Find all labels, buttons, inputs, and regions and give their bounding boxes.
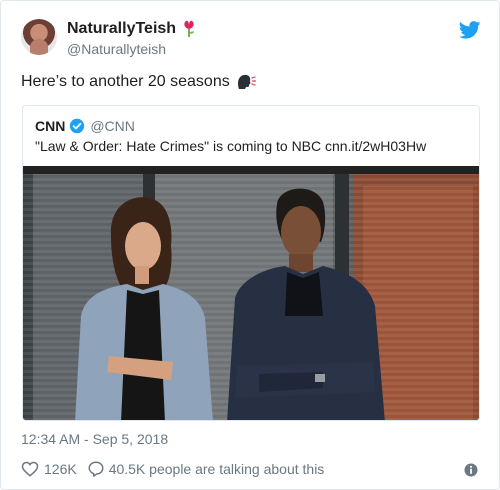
quoted-author-handle[interactable]: @CNN [90,118,135,134]
like-button[interactable]: 126K [21,460,77,478]
comment-icon [87,460,105,478]
verified-badge-icon [69,118,85,134]
heart-icon [21,460,39,478]
tweet-actions: 126K 40.5K people are talking about this [21,459,324,479]
tweet-body: Here’s to another 20 seasons [21,71,256,93]
like-count: 126K [44,461,77,477]
conversation-text: 40.5K people are talking about this [108,461,325,477]
tweet-text: Here’s to another 20 seasons [21,73,230,90]
tweet-timestamp[interactable]: 12:34 AM - Sep 5, 2018 [21,431,168,447]
embedded-tweet-card: NaturallyTeish @Naturallyteish Here’s to… [0,0,500,490]
speaking-head-icon [236,73,256,91]
quoted-tweet-photo[interactable] [23,166,479,420]
tweet-header: NaturallyTeish @Naturallyteish [21,19,481,63]
avatar[interactable] [21,19,57,55]
conversation-link[interactable]: 40.5K people are talking about this [77,460,325,478]
twitter-bird-icon[interactable] [458,21,481,39]
quoted-tweet[interactable]: CNN @CNN "Law & Order: Hate Crimes" is c… [22,105,480,421]
author-handle[interactable]: @Naturallyteish [67,39,196,59]
flower-icon [182,20,196,38]
quoted-tweet-header: CNN @CNN [35,116,135,136]
info-icon[interactable] [464,463,478,477]
author-block[interactable]: NaturallyTeish @Naturallyteish [67,19,196,59]
author-display-name[interactable]: NaturallyTeish [67,19,176,39]
quoted-tweet-text: "Law & Order: Hate Crimes" is coming to … [35,138,427,154]
quoted-author-name[interactable]: CNN [35,118,65,134]
